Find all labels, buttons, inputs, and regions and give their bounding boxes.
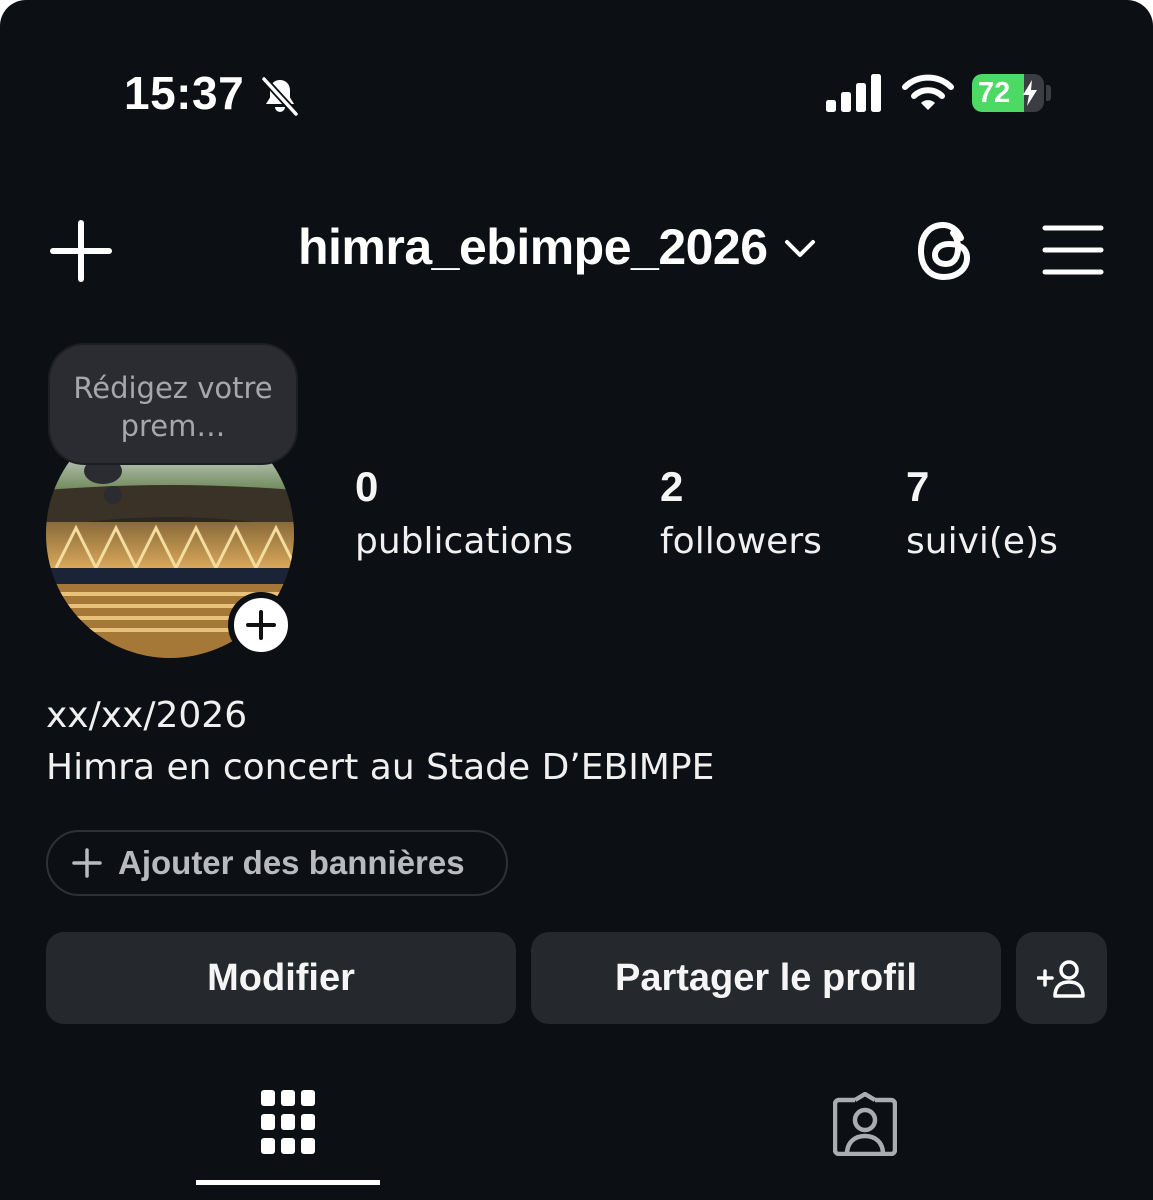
wifi-icon xyxy=(902,74,954,110)
active-tab-indicator xyxy=(196,1180,380,1185)
stat-value: 7 xyxy=(906,463,930,510)
bio-line: xx/xx/2026 xyxy=(46,695,248,736)
note-bubble[interactable]: Rédigez votre prem… xyxy=(50,345,296,463)
status-time: 15:37 xyxy=(124,67,245,119)
tagged-person-icon xyxy=(833,1092,897,1156)
stat-publications[interactable]: 0 publications xyxy=(355,462,573,564)
stat-value: 0 xyxy=(355,463,379,510)
profile-screen: 15:37 72 himra_ebimpe_2026 Rédigez votre… xyxy=(0,0,1153,1200)
plus-icon xyxy=(72,848,102,878)
stat-label: publications xyxy=(355,521,574,562)
chevron-down-icon xyxy=(784,240,815,257)
plus-icon[interactable] xyxy=(50,220,112,282)
tab-posts-grid[interactable] xyxy=(196,1080,380,1186)
discover-people-button[interactable] xyxy=(1016,932,1107,1024)
stat-following[interactable]: 7 suivi(e)s xyxy=(906,462,1058,564)
bio-line: Himra en concert au Stade D’EBIMPE xyxy=(46,747,715,788)
stat-value: 2 xyxy=(660,463,684,510)
stat-label: followers xyxy=(660,521,822,562)
hamburger-menu-icon[interactable] xyxy=(1042,224,1104,276)
profile-bio: xx/xx/2026 Himra en concert au Stade D’E… xyxy=(46,690,714,794)
account-switcher[interactable]: himra_ebimpe_2026 xyxy=(298,218,816,276)
grid-icon xyxy=(261,1090,315,1154)
cellular-signal-icon xyxy=(826,74,881,112)
threads-icon[interactable] xyxy=(916,220,976,282)
battery-cap xyxy=(1046,85,1051,101)
bell-slash-icon xyxy=(261,76,299,117)
add-banners-button[interactable]: Ajouter des bannières xyxy=(46,830,508,896)
note-bubble-dot xyxy=(104,486,122,504)
plus-icon xyxy=(246,610,276,640)
add-story-button[interactable] xyxy=(228,592,294,658)
tab-tagged[interactable] xyxy=(800,1080,930,1186)
note-placeholder: Rédigez votre prem… xyxy=(73,371,273,443)
battery-indicator: 72 xyxy=(972,74,1044,112)
edit-profile-button[interactable]: Modifier xyxy=(46,932,516,1024)
battery-percentage: 72 xyxy=(978,77,1011,109)
username: himra_ebimpe_2026 xyxy=(298,219,768,275)
stat-followers[interactable]: 2 followers xyxy=(660,462,822,564)
share-profile-button[interactable]: Partager le profil xyxy=(531,932,1001,1024)
charging-bolt-icon xyxy=(1023,80,1037,106)
add-person-icon xyxy=(1036,960,1085,998)
add-banners-label: Ajouter des bannières xyxy=(118,844,465,881)
stat-label: suivi(e)s xyxy=(906,521,1058,562)
